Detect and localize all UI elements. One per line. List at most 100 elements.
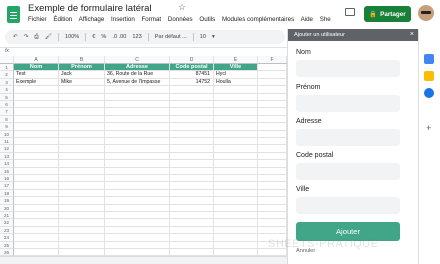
comment-icon[interactable] [345,8,355,16]
table-cell[interactable]: Exemple [14,78,59,87]
table-cell[interactable] [105,175,170,183]
table-cell[interactable] [258,101,287,109]
table-cell[interactable] [214,197,258,205]
table-cell[interactable] [214,182,258,190]
table-cell[interactable] [14,138,59,146]
menu-insertion[interactable]: Insertion [111,16,135,23]
calendar-icon[interactable] [424,54,434,64]
table-cell[interactable] [105,145,170,153]
row-header-12[interactable]: 12 [0,145,14,153]
table-cell[interactable] [14,219,59,227]
row-header-1[interactable]: 1 [0,64,14,72]
table-cell[interactable] [258,130,287,138]
menu-fichier[interactable]: Fichier [28,16,47,23]
table-cell[interactable] [170,197,214,205]
table-cell[interactable] [170,86,214,94]
print-icon[interactable]: ⎙ [34,34,38,41]
table-cell[interactable] [14,212,59,220]
table-cell[interactable] [105,226,170,235]
table-cell[interactable] [59,93,105,101]
table-cell[interactable] [258,167,287,175]
table-cell[interactable] [214,130,258,138]
share-button[interactable]: 🔒 Partager [364,6,411,22]
table-cell[interactable] [170,175,214,183]
table-cell[interactable] [258,226,287,235]
menu-affichage[interactable]: Affichage [79,16,105,23]
table-cell[interactable] [214,108,258,116]
table-cell[interactable] [105,241,170,249]
table-cell[interactable] [214,167,258,175]
table-cell[interactable] [170,182,214,190]
table-cell[interactable]: 87451 [170,71,214,79]
table-cell[interactable] [214,115,258,124]
table-cell[interactable] [59,123,105,131]
table-cell[interactable] [258,219,287,227]
font-select[interactable]: Par défaut ... [155,34,187,40]
table-cell[interactable] [59,101,105,109]
formula-bar[interactable]: fx [0,47,287,55]
table-cell[interactable] [258,78,287,87]
menu-outils[interactable]: Outils [199,16,215,23]
table-cell[interactable] [14,160,59,168]
row-header-14[interactable]: 14 [0,160,14,168]
table-cell[interactable] [105,138,170,146]
row-header-18[interactable]: 18 [0,189,14,198]
header-cell[interactable]: Adresse [105,64,170,72]
table-cell[interactable] [258,64,287,72]
table-cell[interactable] [14,175,59,183]
table-cell[interactable] [59,86,105,94]
table-cell[interactable] [59,204,105,212]
table-cell[interactable] [59,160,105,168]
table-cell[interactable] [14,130,59,138]
zoom-select[interactable]: 100% [65,34,79,40]
table-cell[interactable] [214,212,258,220]
table-cell[interactable] [214,160,258,168]
table-cell[interactable] [59,167,105,175]
table-cell[interactable] [258,93,287,101]
table-cell[interactable] [258,197,287,205]
row-header-10[interactable]: 10 [0,130,14,138]
spreadsheet-grid[interactable]: A B C D E F 1 Nom Prénom Adresse Code postal Ville 2… [0,56,287,264]
column-header-a[interactable]: A [14,56,59,64]
row-header-24[interactable]: 24 [0,234,14,242]
table-cell[interactable] [59,219,105,227]
table-cell[interactable]: 5, Avenue de l'Impasse [105,78,170,87]
table-cell[interactable]: 14752 [170,78,214,87]
table-cell[interactable] [214,204,258,212]
row-header-7[interactable]: 7 [0,108,14,116]
table-cell[interactable] [59,234,105,242]
tasks-icon[interactable] [424,88,434,98]
table-cell[interactable] [170,219,214,227]
row-header-6[interactable]: 6 [0,101,14,109]
table-cell[interactable] [14,204,59,212]
table-cell[interactable] [14,123,59,131]
table-cell[interactable] [14,226,59,235]
table-cell[interactable] [258,160,287,168]
row-header-8[interactable]: 8 [0,115,14,124]
table-cell[interactable] [105,86,170,94]
table-cell[interactable]: Houlla [214,78,258,87]
row-header-20[interactable]: 20 [0,204,14,212]
table-cell[interactable]: Jack [59,71,105,79]
table-cell[interactable] [258,123,287,131]
prenom-field[interactable] [296,95,400,112]
row-header-22[interactable]: 22 [0,219,14,227]
column-header-c[interactable]: C [105,56,170,64]
currency-button[interactable]: € [92,34,95,40]
table-cell[interactable] [59,138,105,146]
table-cell[interactable] [214,86,258,94]
star-icon[interactable]: ☆ [178,2,186,13]
table-cell[interactable] [14,241,59,249]
table-cell[interactable] [258,152,287,161]
table-cell[interactable] [214,219,258,227]
table-cell[interactable] [170,108,214,116]
table-cell[interactable] [214,189,258,198]
select-all-corner[interactable] [0,56,14,64]
row-header-23[interactable]: 23 [0,226,14,235]
table-cell[interactable] [258,189,287,198]
table-cell[interactable] [258,145,287,153]
table-cell[interactable] [170,101,214,109]
redo-icon[interactable]: ↷ [24,34,29,40]
row-header-2[interactable]: 2 [0,71,14,79]
table-cell[interactable] [14,152,59,161]
